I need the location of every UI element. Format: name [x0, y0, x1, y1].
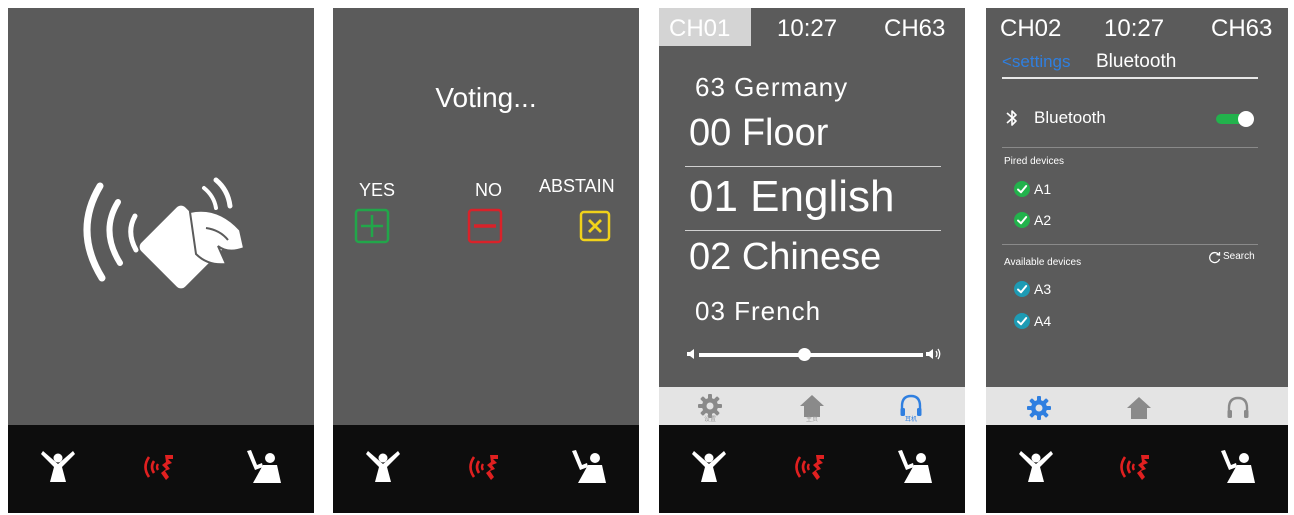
- paired-device-item[interactable]: A1: [1014, 180, 1134, 200]
- bottom-bar: [333, 425, 639, 513]
- device-name: A1: [1034, 181, 1052, 197]
- current-channel: CH01: [669, 15, 731, 42]
- channel-item[interactable]: 00 Floor: [689, 112, 828, 155]
- tab-label: 主页: [805, 417, 818, 423]
- gear-icon[interactable]: [1024, 393, 1054, 423]
- voting-title: Voting...: [435, 82, 537, 113]
- vote-option-no[interactable]: NO: [461, 178, 521, 258]
- speak-request-icon[interactable]: [464, 445, 508, 489]
- header-divider: [1002, 77, 1258, 79]
- check-icon: [1014, 313, 1030, 329]
- selection-divider-top: [685, 166, 941, 167]
- current-channel: CH02: [1000, 15, 1062, 42]
- clock: 10:27: [777, 15, 838, 42]
- headphones-icon[interactable]: [1223, 393, 1253, 423]
- check-icon: [1014, 281, 1030, 297]
- check-icon: [1014, 212, 1030, 228]
- device-name: A4: [1034, 313, 1052, 329]
- paired-device-item[interactable]: A2: [1014, 211, 1134, 231]
- x-icon: [579, 210, 611, 242]
- vote-option-label: ABSTAIN: [539, 176, 615, 196]
- chairman-icon[interactable]: [241, 445, 285, 489]
- raise-hand-icon[interactable]: [361, 445, 405, 489]
- speak-request-icon[interactable]: [1115, 445, 1159, 489]
- channel-item[interactable]: 63 Germany: [695, 72, 848, 103]
- paired-devices-header: Pired devices: [1004, 156, 1065, 167]
- speak-request-icon[interactable]: [139, 445, 183, 489]
- bottom-bar: [986, 425, 1288, 513]
- chairman-icon[interactable]: [566, 445, 610, 489]
- search-label: Search: [1223, 251, 1255, 262]
- section-divider: [1002, 147, 1258, 148]
- raise-hand-icon[interactable]: [1014, 445, 1058, 489]
- vote-option-abstain[interactable]: ABSTAIN: [537, 174, 637, 258]
- raise-hand-icon[interactable]: [36, 445, 80, 489]
- tab-label: 耳机: [904, 417, 917, 423]
- bluetooth-toggle[interactable]: [1216, 111, 1254, 127]
- volume-high-icon: [925, 347, 943, 361]
- volume-slider[interactable]: [699, 348, 923, 361]
- channel-item[interactable]: 03 French: [695, 296, 821, 327]
- voting-screen: Voting... YES NO ABSTAIN: [333, 8, 639, 513]
- tab-bar: 设置 主页 耳机: [659, 387, 965, 425]
- vote-option-label: YES: [359, 180, 396, 200]
- clock: 10:27: [1104, 15, 1165, 42]
- raise-hand-icon[interactable]: [687, 445, 731, 489]
- home-icon[interactable]: [1124, 393, 1154, 423]
- vote-option-yes[interactable]: YES: [351, 178, 411, 258]
- channel-item[interactable]: 02 Chinese: [689, 236, 881, 279]
- bottom-bar: [8, 425, 314, 513]
- device-name: A2: [1034, 212, 1052, 228]
- chairman-icon[interactable]: [892, 445, 936, 489]
- available-device-item[interactable]: A4: [1014, 312, 1134, 332]
- plus-icon: [354, 208, 390, 244]
- bluetooth-screen: CH02 10:27 CH63 <settings Bluetooth Blue…: [986, 8, 1288, 513]
- bottom-bar: [659, 425, 965, 513]
- page-title: Bluetooth: [1096, 51, 1177, 72]
- channel-screen: CH01 10:27 CH63 63 Germany 00 Floor 01 E…: [659, 8, 965, 513]
- device-name: A3: [1034, 281, 1052, 297]
- total-channels: CH63: [884, 15, 946, 42]
- bluetooth-icon: [1004, 108, 1020, 128]
- volume-low-icon: [685, 347, 699, 361]
- section-divider: [1002, 244, 1258, 245]
- volume-slider-handle[interactable]: [797, 348, 811, 361]
- chairman-icon[interactable]: [1215, 445, 1259, 489]
- check-icon: [1014, 181, 1030, 197]
- vote-option-label: NO: [475, 180, 502, 200]
- minus-icon: [467, 208, 503, 244]
- back-link[interactable]: <settings: [1002, 52, 1071, 72]
- available-devices-header: Available devices: [1004, 257, 1082, 268]
- card-screen: [8, 8, 314, 513]
- search-button[interactable]: Search: [1208, 250, 1266, 266]
- selection-divider-bottom: [685, 230, 941, 231]
- bluetooth-toggle-label: Bluetooth: [1034, 108, 1106, 127]
- available-device-item[interactable]: A3: [1014, 280, 1134, 300]
- channel-item-selected[interactable]: 01 English: [689, 172, 894, 222]
- tab-bar: [986, 387, 1288, 425]
- speak-request-icon[interactable]: [790, 445, 834, 489]
- total-channels: CH63: [1211, 15, 1273, 42]
- tab-label: 设置: [703, 417, 716, 423]
- nfc-card-icon: [78, 168, 258, 318]
- refresh-icon: [1208, 251, 1221, 264]
